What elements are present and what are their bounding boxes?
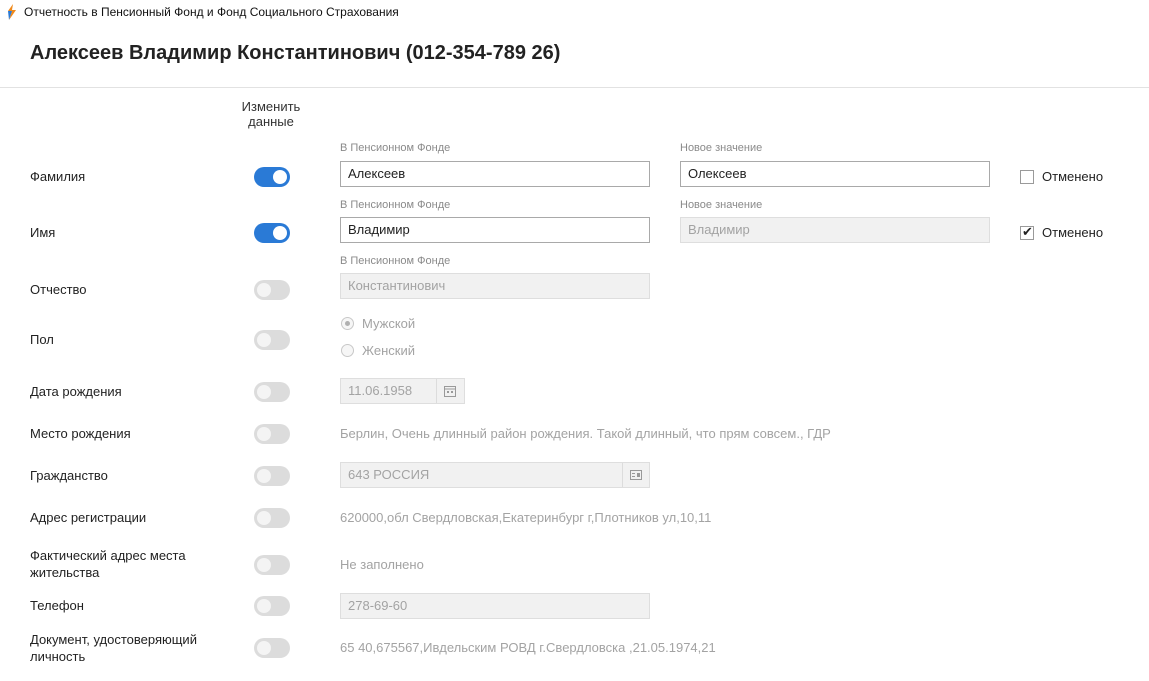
name-cancel-label: Отменено (1042, 225, 1104, 240)
phone-label: Телефон (30, 598, 84, 613)
title-bar: Отчетность в Пенсионный Фонд и Фонд Соци… (0, 0, 1149, 24)
toggle-knob (257, 558, 271, 572)
header-divider (0, 87, 1149, 88)
name-new-caption: Новое значение (680, 199, 763, 211)
surname-cancel-checkbox[interactable] (1020, 170, 1034, 184)
actual-address-toggle[interactable] (254, 555, 290, 575)
name-pf-caption: В Пенсионном Фонде (340, 199, 451, 211)
gender-toggle[interactable] (254, 330, 290, 350)
citizenship-field[interactable]: 643 РОССИЯ (340, 462, 650, 488)
name-toggle[interactable] (254, 223, 290, 243)
phone-toggle[interactable] (254, 596, 290, 616)
window-title: Отчетность в Пенсионный Фонд и Фонд Соци… (24, 5, 399, 19)
actual-address-value: Не заполнено (340, 557, 424, 572)
patronymic-toggle[interactable] (254, 280, 290, 300)
app-logo-icon (8, 4, 16, 20)
id-doc-toggle[interactable] (254, 638, 290, 658)
surname-cancel-label: Отменено (1042, 169, 1104, 184)
toggle-knob (257, 333, 271, 347)
name-pf-field[interactable]: Владимир (340, 217, 650, 243)
name-cancel-checkbox[interactable]: ✔ (1020, 224, 1034, 240)
surname-pf-field[interactable]: Алексеев (340, 161, 650, 187)
citizenship-label: Гражданство (30, 468, 108, 483)
gender-label: Пол (30, 332, 54, 347)
gender-male-radio[interactable] (341, 317, 354, 330)
page-title: Алексеев Владимир Константинович (012-35… (30, 42, 561, 64)
toggle-knob (273, 226, 287, 240)
birth-place-toggle[interactable] (254, 424, 290, 444)
toggle-knob (273, 170, 287, 184)
birth-date-label: Дата рождения (30, 384, 122, 399)
citizenship-toggle[interactable] (254, 466, 290, 486)
patronymic-pf-caption: В Пенсионном Фонде (340, 255, 451, 267)
phone-field[interactable]: 278-69-60 (340, 593, 650, 619)
change-data-column-header: Изменить данные (241, 99, 301, 129)
citizenship-picker-button[interactable] (622, 463, 649, 487)
birth-date-toggle[interactable] (254, 382, 290, 402)
gender-male-label: Мужской (362, 316, 416, 331)
actual-address-label: Фактический адрес места жительства (30, 548, 186, 580)
birth-place-value: Берлин, Очень длинный район рождения. Та… (340, 426, 831, 441)
reg-address-value: 620000,обл Свердловская,Екатеринбург г,П… (340, 510, 712, 525)
calendar-icon (444, 386, 456, 397)
birth-date-value: 11.06.1958 (348, 383, 413, 398)
surname-new-field[interactable]: Олексеев (680, 161, 990, 187)
reg-address-label: Адрес регистрации (30, 510, 147, 525)
birth-place-label: Место рождения (30, 426, 131, 441)
surname-toggle[interactable] (254, 167, 290, 187)
list-picker-icon (630, 470, 642, 480)
toggle-knob (257, 599, 271, 613)
toggle-knob (257, 511, 271, 525)
birth-date-field[interactable]: 11.06.1958 (340, 378, 465, 404)
toggle-knob (257, 469, 271, 483)
reg-address-toggle[interactable] (254, 508, 290, 528)
id-doc-label: Документ, удостоверяющий личность (30, 632, 197, 664)
surname-new-caption: Новое значение (680, 142, 763, 154)
patronymic-label: Отчество (30, 282, 87, 297)
citizenship-value: 643 РОССИЯ (348, 467, 430, 482)
gender-female-label: Женский (362, 343, 415, 358)
gender-female-radio[interactable] (341, 344, 354, 357)
surname-pf-caption: В Пенсионном Фонде (340, 142, 451, 154)
checkmark-icon: ✔ (1022, 224, 1033, 239)
toggle-knob (257, 641, 271, 655)
name-new-field[interactable]: Владимир (680, 217, 990, 243)
radio-selected-dot (345, 321, 350, 326)
toggle-knob (257, 385, 271, 399)
calendar-button[interactable] (436, 379, 464, 403)
surname-label: Фамилия (30, 169, 86, 184)
toggle-knob (257, 427, 271, 441)
toggle-knob (257, 283, 271, 297)
id-doc-value: 65 40,675567,Ивдельским РОВД г.Свердловс… (340, 640, 716, 655)
patronymic-pf-field[interactable]: Константинович (340, 273, 650, 299)
name-label: Имя (30, 225, 56, 240)
